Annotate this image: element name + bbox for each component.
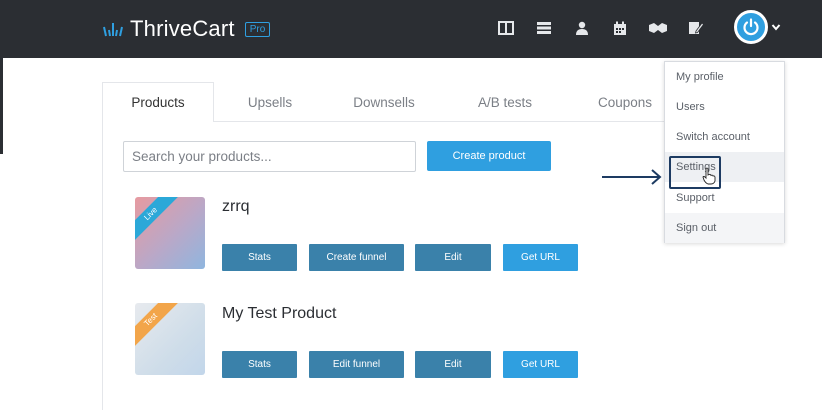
status-ribbon: Live: [135, 197, 182, 245]
product-thumbnail[interactable]: Live: [135, 197, 205, 269]
chevron-down-icon[interactable]: [771, 22, 781, 32]
partners-icon[interactable]: [645, 17, 671, 39]
edit-button[interactable]: Edit: [415, 244, 491, 271]
product-name[interactable]: My Test Product: [222, 305, 336, 323]
create-product-button[interactable]: Create product: [427, 141, 551, 171]
menu-item-users[interactable]: Users: [665, 92, 784, 122]
get-url-button[interactable]: Get URL: [503, 351, 578, 378]
product-tabs: Products Upsells Downsells A/B tests Cou…: [102, 82, 682, 122]
products-icon[interactable]: [531, 17, 557, 39]
menu-item-switch-account[interactable]: Switch account: [665, 122, 784, 152]
dashboard-icon[interactable]: [493, 17, 519, 39]
files-icon[interactable]: [683, 17, 709, 39]
get-url-button[interactable]: Get URL: [503, 244, 578, 271]
tab-upsells[interactable]: Upsells: [214, 82, 326, 122]
top-header: ThriveCart Pro: [0, 0, 822, 58]
search-placeholder: Search your products...: [132, 149, 272, 164]
logo-text: ThriveCart: [130, 16, 235, 41]
account-menu-button[interactable]: [734, 10, 768, 44]
account-dropdown: My profile Users Switch account Settings…: [664, 61, 785, 243]
arrow-right-icon: [602, 169, 662, 185]
search-input[interactable]: Search your products...: [123, 141, 416, 172]
power-icon: [743, 18, 759, 36]
product-thumbnail[interactable]: Test: [135, 303, 205, 375]
tab-products[interactable]: Products: [102, 82, 214, 122]
menu-item-sign-out[interactable]: Sign out: [665, 213, 784, 243]
hand-cursor-icon: [702, 167, 716, 185]
affiliates-icon[interactable]: [569, 17, 595, 39]
create-funnel-button[interactable]: Create funnel: [309, 244, 404, 271]
stats-button[interactable]: Stats: [222, 351, 297, 378]
edit-button[interactable]: Edit: [415, 351, 491, 378]
header-nav: [493, 17, 709, 39]
calendar-icon[interactable]: [607, 17, 633, 39]
pro-badge: Pro: [244, 21, 271, 37]
logo-icon: [103, 23, 123, 37]
stats-button[interactable]: Stats: [222, 244, 297, 271]
menu-item-my-profile[interactable]: My profile: [665, 62, 784, 92]
tab-downsells[interactable]: Downsells: [326, 82, 442, 122]
status-ribbon: Test: [135, 303, 182, 351]
thrivecart-logo[interactable]: ThriveCart Pro: [102, 14, 271, 44]
product-name[interactable]: zrrq: [222, 198, 250, 216]
edit-funnel-button[interactable]: Edit funnel: [309, 351, 404, 378]
left-edge: [0, 58, 3, 154]
tab-ab-tests[interactable]: A/B tests: [442, 82, 568, 122]
